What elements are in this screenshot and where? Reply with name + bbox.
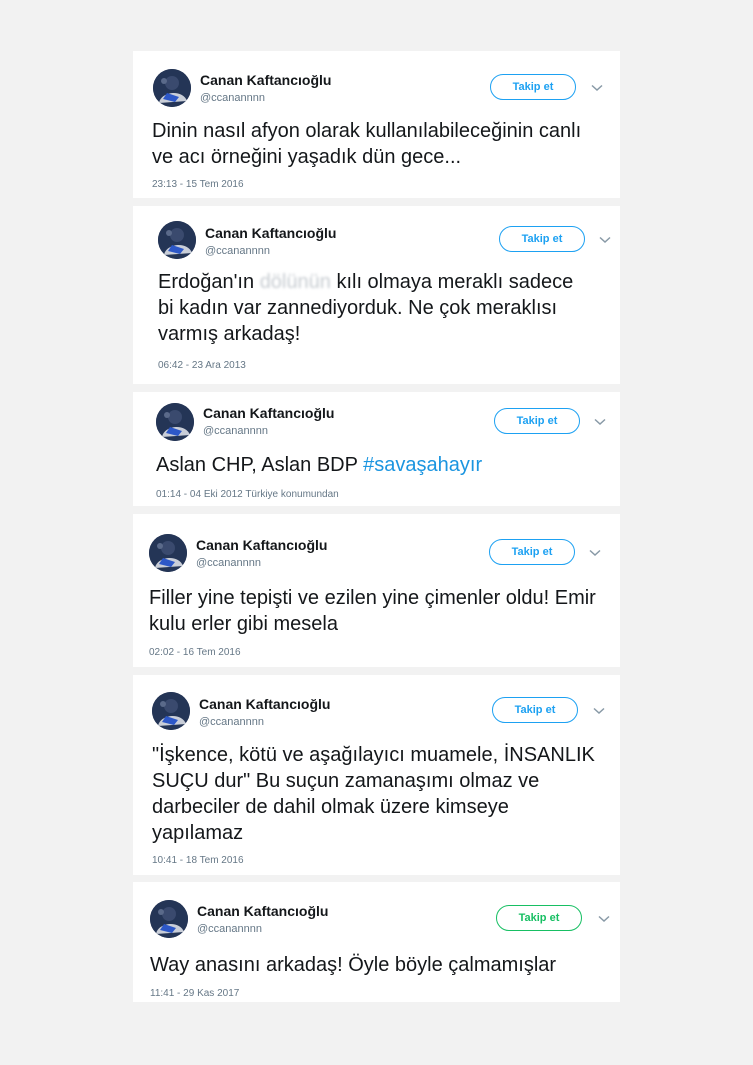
tweet-text: "İşkence, kötü ve aşağılayıcı muamele, İ… (152, 744, 595, 844)
tweet-card: Canan Kaftancıoğlu @ccanannnn Takip et A… (133, 392, 620, 506)
author-name[interactable]: Canan Kaftancıoğlu (203, 405, 334, 421)
avatar[interactable] (150, 900, 188, 938)
chevron-down-icon[interactable] (594, 418, 606, 426)
author-name[interactable]: Canan Kaftancıoğlu (196, 537, 327, 553)
author-handle[interactable]: @ccanannnn (199, 716, 264, 728)
avatar-icon (150, 900, 188, 938)
tweet-text: Aslan CHP, Aslan BDP #savaşahayır (156, 452, 596, 478)
blurred-word: dölünün (259, 271, 331, 293)
tweet-card: Canan Kaftancıoğlu @ccanannnn Takip et F… (133, 514, 620, 667)
chevron-down-icon[interactable] (599, 236, 611, 244)
follow-button[interactable]: Takip et (499, 226, 585, 252)
author-handle[interactable]: @ccanannnn (205, 245, 270, 257)
follow-button[interactable]: Takip et (494, 408, 580, 434)
tweet-card: Canan Kaftancıoğlu @ccanannnn Takip et "… (133, 675, 620, 875)
avatar[interactable] (153, 69, 191, 107)
tweet-card: Canan Kaftancıoğlu @ccanannnn Takip et W… (133, 882, 620, 1002)
tweet-timestamp[interactable]: 23:13 - 15 Tem 2016 (152, 179, 244, 190)
chevron-down-icon[interactable] (591, 84, 603, 92)
tweet-text-part: Erdoğan'ın (158, 271, 255, 293)
avatar[interactable] (149, 534, 187, 572)
avatar-icon (152, 692, 190, 730)
tweet-text: Dinin nasıl afyon olarak kullanılabilece… (152, 120, 582, 168)
avatar[interactable] (156, 403, 194, 441)
chevron-down-icon[interactable] (593, 707, 605, 715)
chevron-down-icon[interactable] (589, 549, 601, 557)
follow-button[interactable]: Takip et (489, 539, 575, 565)
chevron-down-icon[interactable] (598, 915, 610, 923)
author-handle[interactable]: @ccanannnn (197, 923, 262, 935)
tweet-text: Filler yine tepişti ve ezilen yine çimen… (149, 587, 596, 635)
author-handle[interactable]: @ccanannnn (203, 425, 268, 437)
author-name[interactable]: Canan Kaftancıoğlu (197, 903, 328, 919)
avatar-icon (156, 403, 194, 441)
tweet-timestamp[interactable]: 02:02 - 16 Tem 2016 (149, 647, 241, 658)
follow-button[interactable]: Takip et (490, 74, 576, 100)
tweet-timestamp[interactable]: 11:41 - 29 Kas 2017 (150, 988, 239, 999)
tweet-timestamp[interactable]: 06:42 - 23 Ara 2013 (158, 360, 246, 371)
tweet-timestamp[interactable]: 10:41 - 18 Tem 2016 (152, 855, 244, 866)
avatar-icon (158, 221, 196, 259)
follow-button[interactable]: Takip et (492, 697, 578, 723)
author-name[interactable]: Canan Kaftancıoğlu (205, 225, 336, 241)
tweet-card: Canan Kaftancıoğlu @ccanannnn Takip et E… (133, 206, 620, 384)
author-handle[interactable]: @ccanannnn (196, 557, 261, 569)
author-name[interactable]: Canan Kaftancıoğlu (200, 72, 331, 88)
tweet-timestamp[interactable]: 01:14 - 04 Eki 2012 Türkiye konumundan (156, 489, 339, 500)
hashtag-link[interactable]: #savaşahayır (363, 454, 482, 476)
avatar[interactable] (158, 221, 196, 259)
follow-button[interactable]: Takip et (496, 905, 582, 931)
tweet-text: Erdoğan'ın dölünün kılı olmaya meraklı s… (158, 269, 578, 347)
tweet-card: Canan Kaftancıoğlu @ccanannnn Takip et D… (133, 51, 620, 198)
avatar[interactable] (152, 692, 190, 730)
author-name[interactable]: Canan Kaftancıoğlu (199, 696, 330, 712)
tweet-text: Way anasını arkadaş! Öyle böyle çalmamış… (150, 954, 557, 976)
avatar-icon (153, 69, 191, 107)
author-handle[interactable]: @ccanannnn (200, 92, 265, 104)
tweet-text-part: Aslan CHP, Aslan BDP (156, 454, 358, 476)
avatar-icon (149, 534, 187, 572)
